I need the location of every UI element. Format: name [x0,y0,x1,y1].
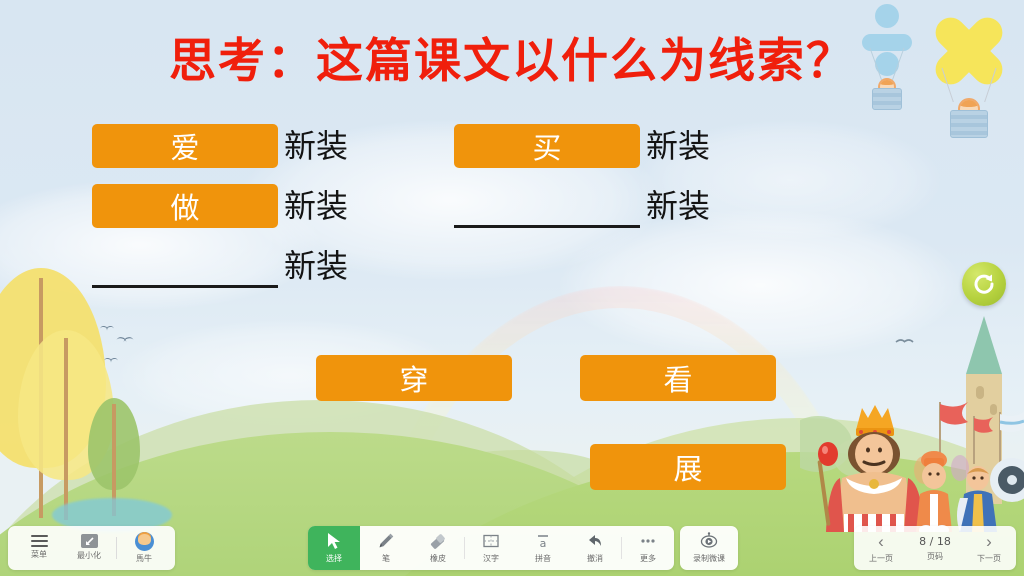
ellipsis-icon [641,539,655,543]
undo-arrow-icon [589,535,601,546]
svg-text:a: a [540,537,547,550]
center-toolbar: 选择 笔 橡皮 汉字 a 拼音 撤消 更多 录制微课 [308,526,738,570]
tool-undo[interactable]: 撤消 [569,526,621,570]
word-row: 新装 [454,184,710,228]
left-taskbar: 菜单 最小化 馬牛 [8,526,175,570]
word-card-chuan[interactable]: 穿 [316,355,512,401]
chinese-character-grid-icon [483,534,499,548]
minimize-icon [80,534,98,548]
slide-stage: 思考：这篇课文以什么为线索？ 爱 新装 买 新装 做 新装 新装 新装 穿 看 [0,0,1024,576]
user-name-label: 馬牛 [136,553,152,563]
word-suffix: 新装 [284,187,349,225]
emperors-new-clothes-illustration [784,282,1024,535]
tool-select-label: 选择 [326,554,342,563]
refresh-button[interactable] [962,262,1006,306]
word-blank-slot[interactable] [454,184,640,228]
page-navigation: ‹ 上一页 8 / 18 页码 › 下一页 [854,526,1016,570]
chevron-left-icon: ‹ [878,531,884,551]
word-blank-slot[interactable] [92,244,278,288]
word-row: 做 新装 [92,184,348,228]
tree-green-icon [88,398,140,516]
word-suffix: 新装 [646,187,711,225]
word-row: 爱 新装 [92,124,348,168]
tool-more-label: 更多 [640,554,656,563]
word-suffix: 新装 [284,127,349,165]
tool-pen[interactable]: 笔 [360,526,412,570]
pencil-icon [379,533,394,548]
tool-hanzi[interactable]: 汉字 [465,526,517,570]
page-number-display: 8 / 18 [919,534,951,548]
tool-pen-label: 笔 [382,554,390,563]
tree-yellow-small-icon [18,330,114,520]
pinyin-icon: a [538,535,548,550]
tool-pinyin-label: 拼音 [535,554,551,563]
page-indicator[interactable]: 8 / 18 页码 [908,526,962,570]
refresh-icon [974,274,994,294]
record-group: 录制微课 [680,526,738,570]
chevron-right-icon: › [986,531,992,551]
prev-page-button[interactable]: ‹ 上一页 [854,526,908,570]
tool-eraser[interactable]: 橡皮 [412,526,464,570]
word-card-zuo[interactable]: 做 [92,184,278,228]
tool-eraser-label: 橡皮 [430,554,446,563]
tool-pinyin[interactable]: a 拼音 [517,526,569,570]
menu-button[interactable]: 菜单 [14,533,64,563]
minimize-button[interactable]: 最小化 [64,532,114,564]
minimize-label: 最小化 [77,551,101,560]
page-title: 思考：这篇课文以什么为线索？ [169,34,855,89]
bird-icon [104,358,118,365]
next-page-label: 下一页 [977,553,1001,563]
tool-group: 选择 笔 橡皮 汉字 a 拼音 撤消 更多 [308,526,674,570]
user-account-button[interactable]: 馬牛 [119,530,169,567]
user-avatar-icon [134,531,154,551]
word-card-mai[interactable]: 买 [454,124,640,168]
bird-icon [100,326,114,333]
eraser-icon [430,534,445,549]
tool-undo-label: 撤消 [587,554,603,563]
tool-hanzi-label: 汉字 [483,554,499,563]
bird-icon [116,337,134,346]
record-lesson-button[interactable]: 录制微课 [680,526,738,570]
record-lesson-label: 录制微课 [693,554,725,563]
cursor-arrow-icon [328,533,340,549]
word-suffix: 新装 [646,127,711,165]
tool-more[interactable]: 更多 [622,526,674,570]
word-suffix: 新装 [284,247,349,285]
word-card-ai[interactable]: 爱 [92,124,278,168]
page-number-label: 页码 [927,551,943,561]
word-card-kan[interactable]: 看 [580,355,776,401]
tree-yellow-icon [0,268,106,518]
record-video-icon [700,532,718,548]
word-card-zhan[interactable]: 展 [590,444,786,490]
word-row: 买 新装 [454,124,710,168]
hamburger-menu-icon [30,535,48,547]
next-page-button[interactable]: › 下一页 [962,526,1016,570]
word-row: 新装 [92,244,348,288]
menu-label: 菜单 [31,550,47,559]
prev-page-label: 上一页 [869,553,893,563]
taskbar-divider [116,537,117,559]
tool-select[interactable]: 选择 [308,526,360,570]
